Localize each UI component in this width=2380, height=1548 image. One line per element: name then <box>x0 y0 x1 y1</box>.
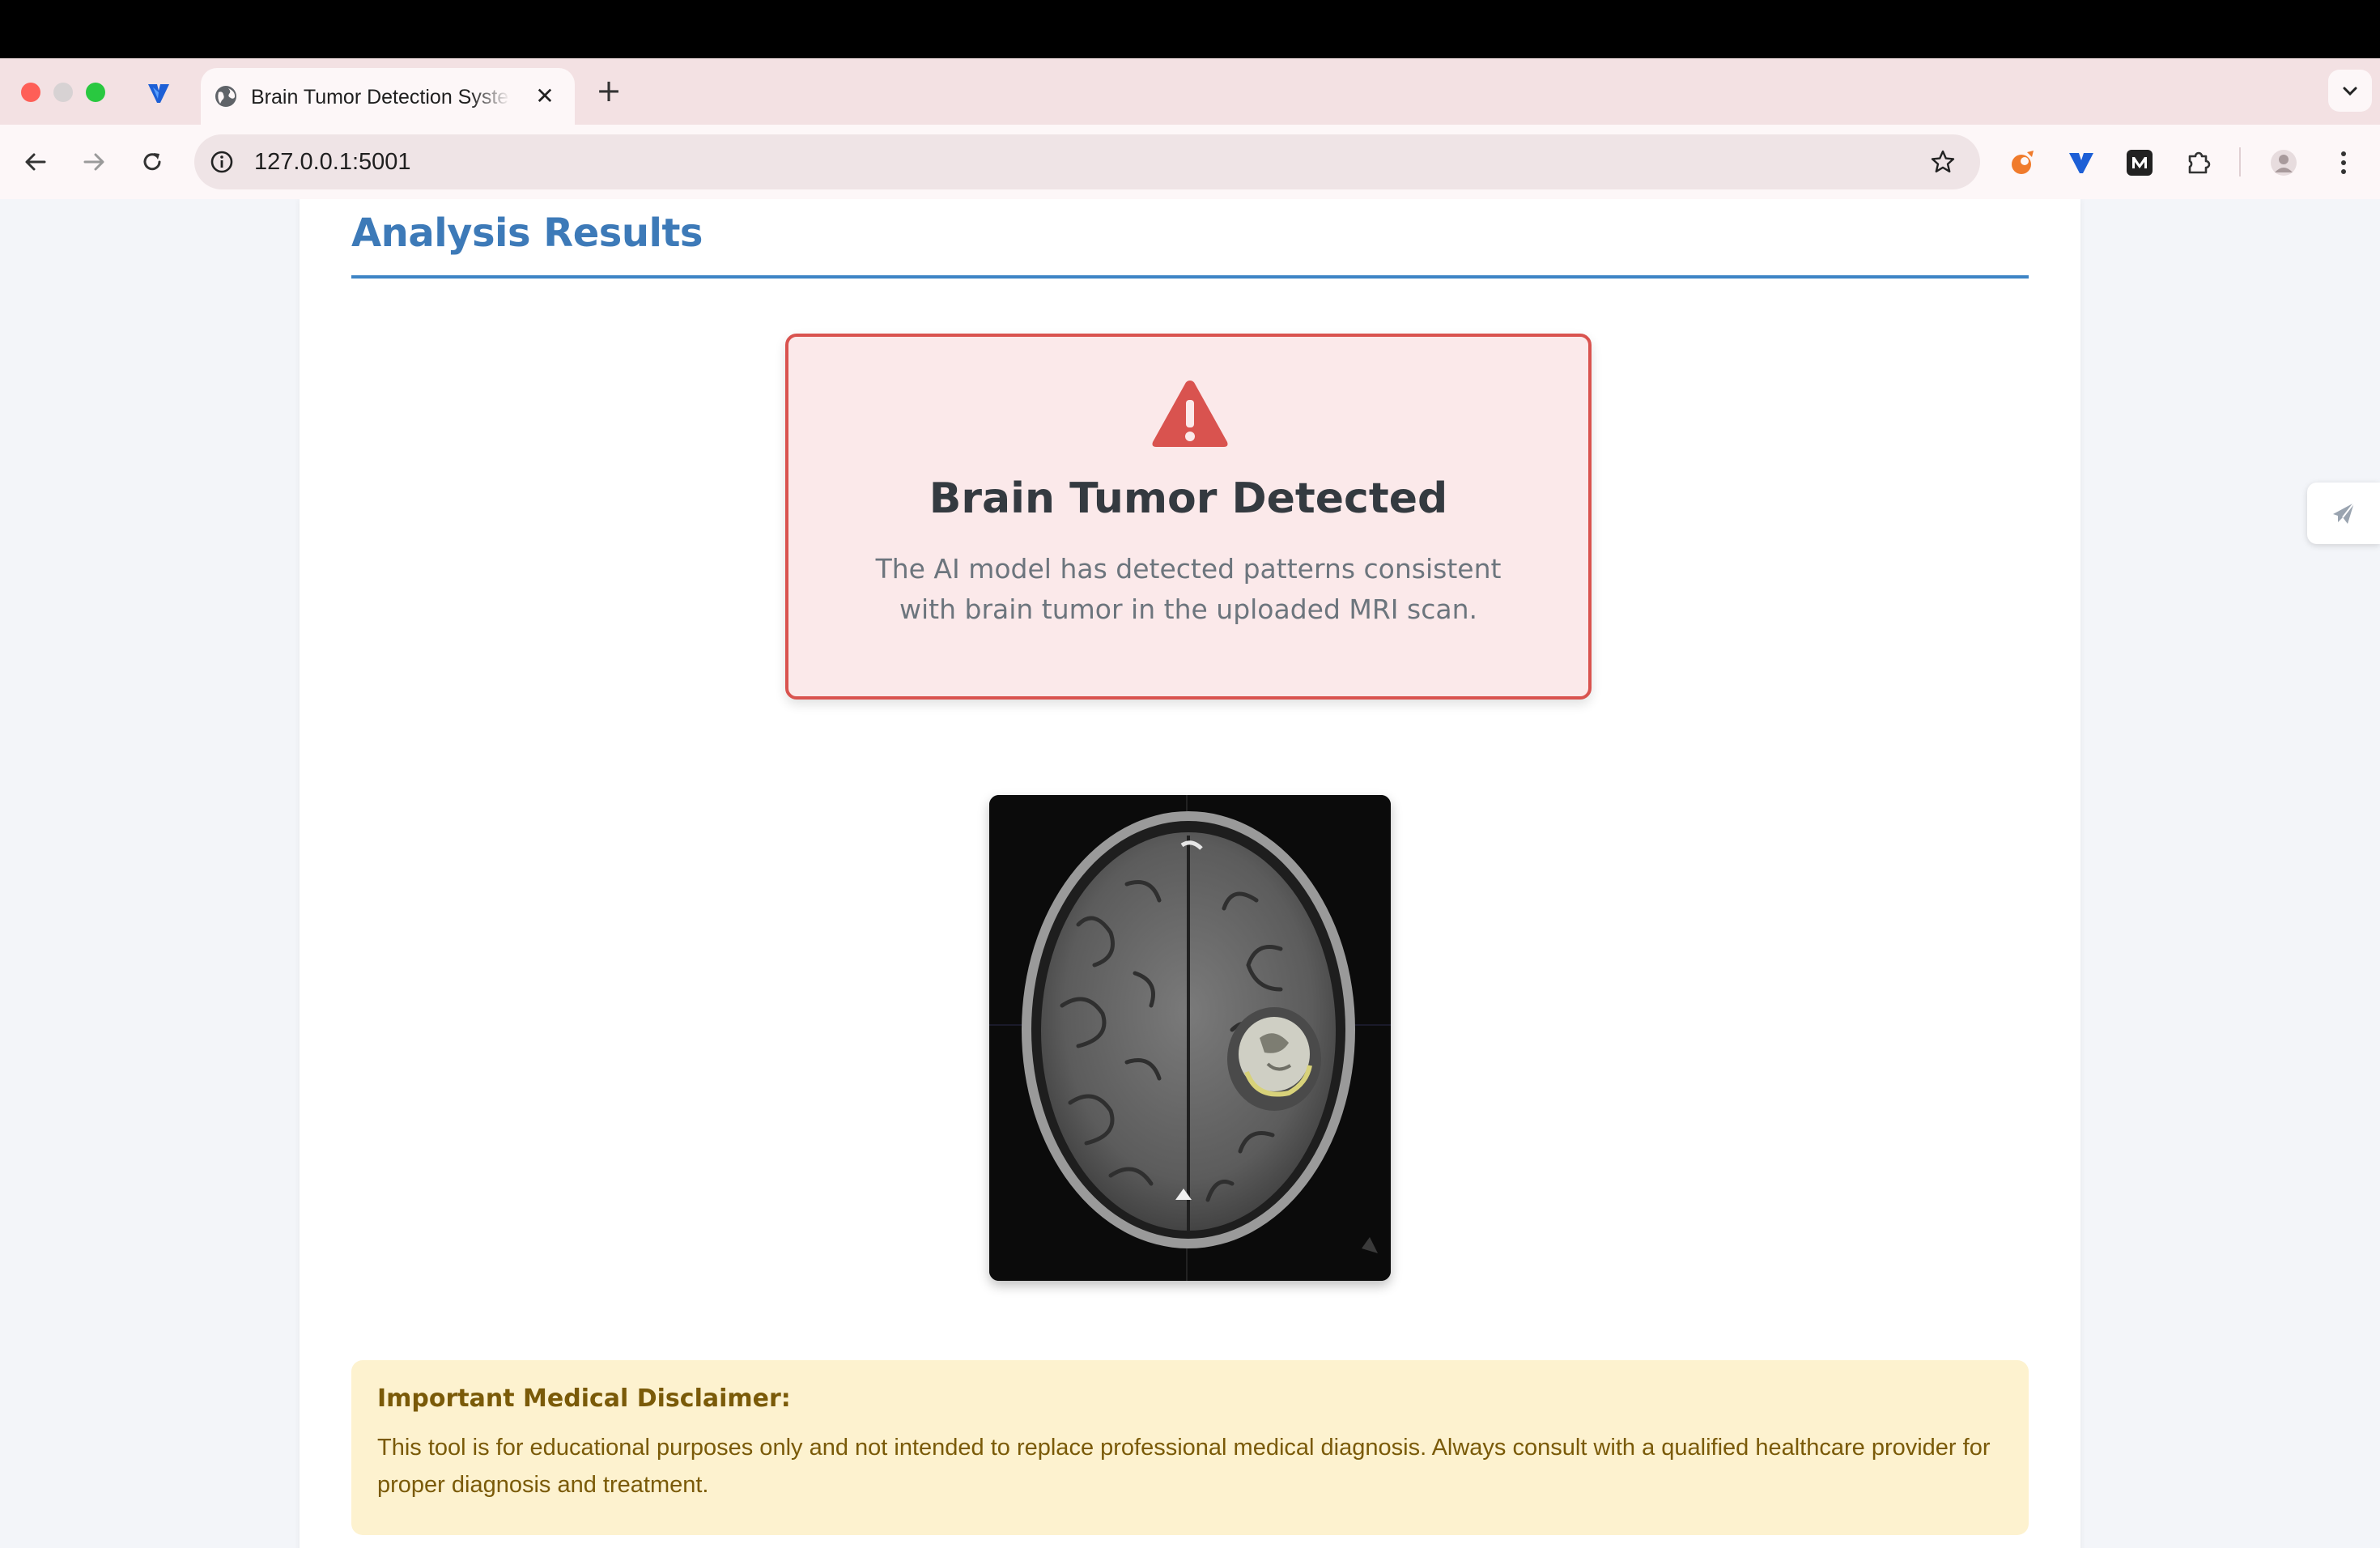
kebab-menu-icon <box>2341 151 2346 174</box>
profile-avatar[interactable] <box>2265 144 2302 181</box>
maximize-window-button[interactable] <box>86 83 105 102</box>
result-title: Brain Tumor Detected <box>929 474 1448 523</box>
minimize-window-button[interactable] <box>53 83 73 102</box>
title-divider <box>351 275 2029 279</box>
rocket-icon <box>2333 502 2355 524</box>
page-viewport: Analysis Results Brain Tumor Detected Th… <box>0 199 2380 1548</box>
v-logo-icon <box>2069 153 2093 173</box>
extension-medium-icon[interactable] <box>2121 144 2158 181</box>
tab-title: Brain Tumor Detection System <box>251 86 510 108</box>
result-description: The AI model has detected patterns consi… <box>875 553 1502 625</box>
extension-v-icon[interactable] <box>2063 144 2100 181</box>
arrow-left-icon <box>25 153 46 171</box>
bookmark-star-icon[interactable] <box>1927 146 1959 178</box>
tab-search-button[interactable] <box>2328 70 2372 112</box>
star-icon <box>1931 150 1955 172</box>
medium-m-icon <box>2127 150 2153 176</box>
chevron-down-icon <box>2343 87 2357 96</box>
side-widget-button[interactable] <box>2307 483 2380 544</box>
puzzle-icon <box>2188 151 2211 174</box>
page-title: Analysis Results <box>351 211 703 256</box>
browser-menu-button[interactable] <box>2325 144 2362 181</box>
reload-button[interactable] <box>133 142 172 181</box>
address-bar[interactable]: 127.0.0.1:5001 <box>194 134 1980 189</box>
url-text[interactable]: 127.0.0.1:5001 <box>254 146 411 178</box>
forward-button[interactable] <box>74 142 113 181</box>
browser-toolbar: 127.0.0.1:5001 <box>0 125 2380 201</box>
arrow-right-icon <box>83 153 104 171</box>
pinned-tab-logo-icon <box>148 84 169 103</box>
extensions-button[interactable] <box>2181 144 2218 181</box>
system-top-bar <box>0 0 2380 58</box>
brain-mri-illustration <box>989 795 1391 1281</box>
pinned-tab[interactable] <box>136 73 181 113</box>
disclaimer-title: Important Medical Disclaimer: <box>377 1384 791 1413</box>
reload-icon <box>143 153 161 171</box>
toolbar-separator <box>2239 147 2241 176</box>
site-info-icon[interactable] <box>206 146 238 178</box>
warning-triangle-icon <box>1152 381 1228 447</box>
results-card: Analysis Results Brain Tumor Detected Th… <box>300 199 2080 1548</box>
info-icon <box>210 151 233 173</box>
tab-active[interactable]: Brain Tumor Detection System ✕ <box>201 68 575 125</box>
result-alert: Brain Tumor Detected The AI model has de… <box>785 334 1592 700</box>
medical-disclaimer: Important Medical Disclaimer: This tool … <box>351 1360 2029 1535</box>
disclaimer-text: This tool is for educational purposes on… <box>377 1435 1991 1498</box>
orange-extension-icon <box>2012 151 2034 174</box>
tab-close-icon[interactable]: ✕ <box>531 83 559 110</box>
mri-scan-image <box>989 795 1391 1281</box>
new-tab-button[interactable]: + <box>593 74 625 107</box>
back-button[interactable] <box>16 142 55 181</box>
close-window-button[interactable] <box>21 83 40 102</box>
tab-strip: Brain Tumor Detection System ✕ + <box>0 58 2380 125</box>
avatar-icon <box>2271 150 2297 176</box>
extension-orange-icon[interactable] <box>2004 144 2042 181</box>
globe-icon <box>215 86 236 107</box>
